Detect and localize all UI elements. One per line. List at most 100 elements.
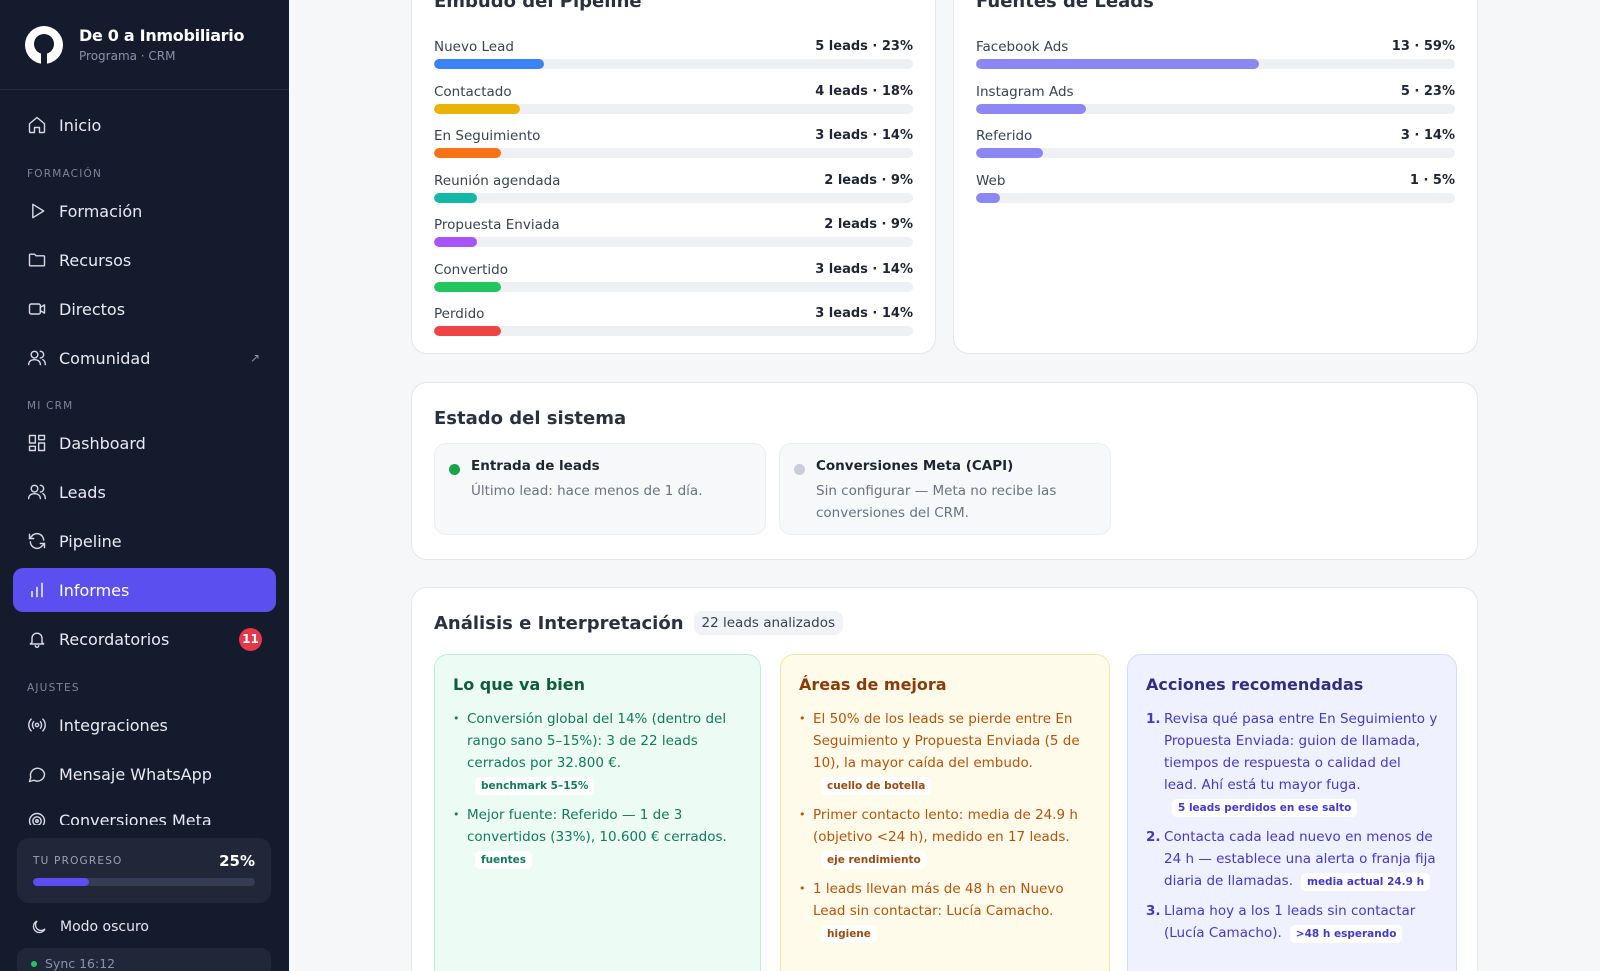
bar-track	[434, 237, 913, 247]
bar-label: Nuevo Lead	[434, 39, 514, 55]
sidebar-item-label: Recursos	[59, 250, 132, 270]
item-number: 2.	[1146, 829, 1161, 845]
sidebar-item-dashboard[interactable]: Dashboard	[13, 421, 276, 465]
notification-count-badge: 11	[239, 627, 262, 651]
sidebar-item-formacion[interactable]: Formación	[13, 189, 276, 233]
bar-row: Nuevo Lead 5 leads · 23%	[434, 39, 913, 79]
bar-value: 2 leads · 9%	[824, 217, 913, 232]
bar-row: Referido 3 · 14%	[976, 128, 1455, 168]
bar-label: Convertido	[434, 261, 508, 278]
play-icon	[27, 201, 47, 221]
sync-label: Sync 16:12	[45, 956, 116, 971]
what-goes-well-panel: Lo que va bien Conversión global del 14%…	[434, 654, 761, 971]
bar-label: Perdido	[434, 306, 485, 322]
status-dot-icon	[794, 464, 805, 475]
dashboard-grid-icon	[27, 433, 47, 453]
sidebar-item-label: Leads	[59, 482, 106, 502]
sidebar-item-label: Dashboard	[59, 433, 146, 453]
card-title: Embudo del Pipeline	[434, 0, 642, 12]
item-text: Primer contacto lento: media de 24.9 h (…	[813, 807, 1078, 845]
bar-row: En Seguimiento 3 leads · 14%	[434, 128, 913, 168]
card-title: Fuentes de Leads	[976, 0, 1154, 12]
system-status-card: Estado del sistema Entrada de leads Últi…	[411, 382, 1478, 560]
card-title: Estado del sistema	[434, 408, 627, 429]
moon-icon	[32, 920, 46, 934]
bar-row: Facebook Ads 13 · 59%	[976, 39, 1455, 79]
panel-title: Áreas de mejora	[799, 675, 947, 694]
sidebar-item-comunidad[interactable]: Comunidad ↗	[13, 336, 276, 380]
list-item: 2. Contacta cada lead nuevo en menos de 2…	[1146, 826, 1438, 892]
home-icon	[27, 115, 47, 135]
bar-row: Contactado 4 leads · 18%	[434, 84, 913, 124]
item-tag: fuentes	[475, 851, 533, 869]
sidebar-item-leads[interactable]: Leads	[13, 470, 276, 514]
bar-chart-icon	[27, 580, 47, 600]
card-title: Análisis e Interpretación	[434, 612, 684, 634]
list-item: 1. Revisa qué pasa entre En Seguimiento y…	[1146, 708, 1438, 818]
status-description: Sin configurar — Meta no recibe las conv…	[816, 483, 1057, 521]
list-item: Conversión global del 14% (dentro del ra…	[453, 708, 742, 796]
sidebar-item-informes[interactable]: Informes	[13, 568, 276, 612]
dark-mode-label: Modo oscuro	[60, 919, 149, 935]
video-camera-icon	[27, 299, 47, 319]
brand-title: De 0 a Inmobiliario	[79, 26, 245, 45]
sidebar-item-inicio[interactable]: Inicio	[13, 103, 276, 147]
brand[interactable]: De 0 a Inmobiliario Programa · CRM	[0, 0, 289, 90]
broadcast-icon	[27, 715, 47, 735]
sidebar-item-label: Informes	[59, 580, 130, 600]
sidebar-item-label: Mensaje WhatsApp	[59, 764, 212, 784]
bar-label: En Seguimiento	[434, 128, 541, 144]
item-text: Revisa qué pasa entre En Seguimiento y P…	[1164, 711, 1438, 793]
sync-status: Sync 16:12	[17, 948, 271, 971]
bar-fill	[434, 326, 502, 336]
recommended-actions-panel: Acciones recomendadas 1. Revisa qué pasa …	[1127, 654, 1457, 971]
bar-fill	[976, 103, 1087, 114]
list-item: Mejor fuente: Referido — 1 de 3 converti…	[453, 804, 742, 870]
external-link-icon: ↗	[249, 351, 260, 365]
bar-track	[976, 59, 1455, 69]
bar-row: Propuesta Enviada 2 leads · 9%	[434, 217, 913, 257]
bar-label: Instagram Ads	[976, 83, 1074, 100]
status-meta-capi: Conversiones Meta (CAPI) Sin configurar …	[779, 443, 1111, 535]
dark-mode-toggle[interactable]: Modo oscuro	[30, 918, 149, 936]
bar-fill	[434, 59, 545, 69]
bar-row: Reunión agendada 2 leads · 9%	[434, 173, 913, 213]
bar-label: Web	[976, 172, 1006, 189]
bar-fill	[434, 148, 502, 158]
item-tag: higiene	[821, 925, 877, 943]
list-item: El 50% de los leads se pierde entre En S…	[799, 708, 1091, 796]
section-formacion: FORMACIÓN	[27, 168, 103, 180]
list-item: 3. Llama hoy a los 1 leads sin contactar …	[1146, 900, 1438, 944]
sidebar-item-recordatorios[interactable]: Recordatorios 11	[13, 617, 276, 661]
sidebar-item-pipeline[interactable]: Pipeline	[13, 519, 276, 563]
bar-label: Referido	[976, 128, 1033, 144]
sidebar-item-directos[interactable]: Directos	[13, 287, 276, 331]
chat-bubble-icon	[27, 764, 47, 784]
sidebar-item-label: Pipeline	[59, 531, 122, 551]
bar-label: Reunión agendada	[434, 172, 561, 189]
bar-label: Facebook Ads	[976, 39, 1069, 55]
bar-row: Convertido 3 leads · 14%	[434, 262, 913, 302]
bar-track	[434, 192, 913, 203]
sidebar-item-whatsapp[interactable]: Mensaje WhatsApp	[13, 752, 276, 796]
radar-icon	[27, 811, 47, 825]
pipeline-funnel-card: Embudo del Pipeline Nuevo Lead 5 leads · …	[411, 0, 936, 354]
progress-value: 25%	[219, 852, 255, 870]
bar-fill	[976, 59, 1259, 69]
item-text: 1 leads llevan más de 48 h en Nuevo Lead…	[813, 881, 1064, 919]
bar-track	[434, 326, 913, 336]
list-item: 1 leads llevan más de 48 h en Nuevo Lead…	[799, 878, 1091, 944]
sidebar-item-integraciones[interactable]: Integraciones	[13, 703, 276, 747]
bar-fill	[976, 148, 1044, 158]
bar-label: Propuesta Enviada	[434, 217, 560, 233]
areas-to-improve-panel: Áreas de mejora El 50% de los leads se p…	[780, 654, 1110, 971]
item-tag: 5 leads perdidos en ese salto	[1172, 799, 1358, 817]
bar-track	[434, 281, 913, 292]
analysis-card: Análisis e Interpretación 22 leads anali…	[411, 587, 1478, 971]
status-dot-icon	[449, 464, 460, 475]
sidebar-item-recursos[interactable]: Recursos	[13, 238, 276, 282]
bar-value: 4 leads · 18%	[815, 83, 913, 99]
bar-fill	[434, 103, 521, 114]
bar-track	[434, 59, 913, 69]
sidebar-item-conversiones-meta[interactable]: Conversiones Meta	[13, 801, 276, 825]
